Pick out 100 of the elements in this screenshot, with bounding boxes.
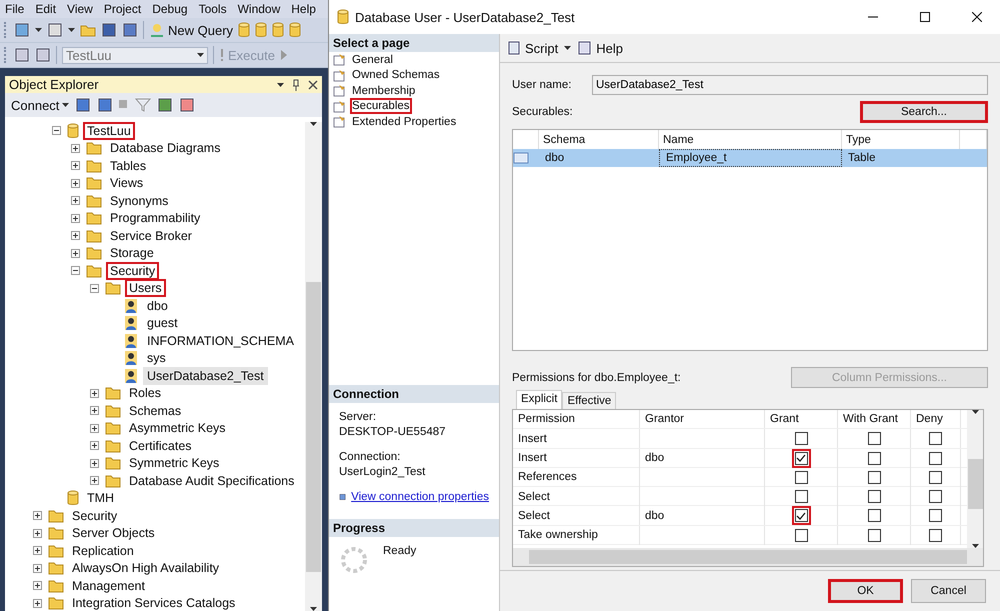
- tree-item[interactable]: INFORMATION_SCHEMA: [143, 332, 298, 350]
- tree-item[interactable]: Asymmetric Keys: [125, 419, 230, 438]
- tree-item[interactable]: Synonyms: [106, 192, 172, 210]
- expander-icon[interactable]: [90, 284, 99, 293]
- checkbox[interactable]: [929, 470, 942, 484]
- menu-item[interactable]: Help: [291, 2, 316, 16]
- checkbox[interactable]: [868, 470, 880, 484]
- dialog-button[interactable]: OK: [828, 579, 903, 603]
- checkbox[interactable]: [868, 528, 880, 542]
- menu-item[interactable]: View: [67, 2, 93, 16]
- checkbox[interactable]: [929, 490, 942, 504]
- expander-icon[interactable]: [33, 581, 42, 590]
- tree-item[interactable]: TestLuu: [83, 122, 135, 140]
- checkbox[interactable]: [929, 528, 942, 542]
- tree-item[interactable]: Database Audit Specifications: [125, 472, 298, 490]
- scrollbar[interactable]: [305, 122, 322, 611]
- tree-item[interactable]: dbo: [143, 296, 172, 315]
- tree-item[interactable]: Security: [106, 262, 160, 280]
- tree-item[interactable]: AlwaysOn High Availability: [68, 559, 224, 578]
- tree-item[interactable]: Replication: [68, 542, 138, 560]
- tree-item[interactable]: Integration Services Catalogs: [68, 594, 240, 611]
- expander-icon[interactable]: [52, 126, 61, 136]
- user-name-field[interactable]: UserDatabase2_Test: [592, 75, 988, 95]
- page-item[interactable]: Extended Properties: [350, 114, 458, 130]
- connection-link[interactable]: View connection properties: [351, 491, 489, 503]
- menu-item[interactable]: Edit: [35, 2, 56, 16]
- expander-icon[interactable]: [71, 196, 80, 206]
- tree-item[interactable]: TMH: [83, 489, 118, 508]
- close-button[interactable]: [972, 12, 982, 22]
- expander-icon[interactable]: [33, 564, 42, 573]
- menu-item[interactable]: Tools: [198, 2, 227, 16]
- tree-item[interactable]: Symmetric Keys: [125, 454, 224, 472]
- tree-item[interactable]: Schemas: [125, 402, 186, 420]
- checkbox[interactable]: [794, 490, 808, 504]
- page-item[interactable]: Owned Schemas: [350, 67, 442, 84]
- tree-item[interactable]: Views: [106, 174, 148, 192]
- connect-button[interactable]: Connect: [11, 98, 70, 112]
- expander-icon[interactable]: [71, 144, 80, 153]
- tree-item[interactable]: Server Objects: [68, 524, 159, 542]
- checkbox[interactable]: [794, 509, 808, 522]
- expander-icon[interactable]: [71, 178, 80, 188]
- tree-item[interactable]: Management: [68, 576, 149, 595]
- checkbox[interactable]: [929, 509, 942, 522]
- tree-item[interactable]: UserDatabase2_Test: [143, 366, 268, 385]
- column-header[interactable]: Grantor: [640, 410, 765, 428]
- expander-icon[interactable]: [71, 248, 80, 258]
- expander-icon[interactable]: [71, 266, 80, 276]
- tree-item[interactable]: Programmability: [106, 209, 204, 228]
- help-button[interactable]: Help: [577, 40, 623, 56]
- expander-icon[interactable]: [71, 214, 80, 223]
- checkbox[interactable]: [868, 452, 880, 465]
- tree-item[interactable]: Service Broker: [106, 226, 196, 245]
- tab[interactable]: Effective: [562, 392, 616, 409]
- tree-item[interactable]: Tables: [106, 156, 150, 175]
- database-dropdown[interactable]: TestLuu: [62, 46, 208, 64]
- menu-item[interactable]: File: [5, 2, 24, 16]
- table-row[interactable]: dbo Employee_t Table: [513, 149, 987, 167]
- expander-icon[interactable]: [90, 476, 99, 486]
- column-header[interactable]: Deny: [911, 410, 961, 428]
- tree-item[interactable]: Roles: [125, 384, 165, 402]
- dialog-button[interactable]: Cancel: [911, 579, 986, 603]
- checkbox[interactable]: [794, 528, 808, 542]
- expander-icon[interactable]: [33, 511, 42, 520]
- script-button[interactable]: Script: [506, 40, 558, 56]
- column-header[interactable]: Grant: [765, 410, 838, 428]
- checkbox[interactable]: [794, 432, 808, 446]
- tree-item[interactable]: sys: [143, 349, 170, 368]
- checkbox[interactable]: [868, 509, 880, 522]
- checkbox[interactable]: [794, 452, 808, 465]
- tab[interactable]: Explicit: [516, 390, 562, 409]
- tree-item[interactable]: guest: [143, 314, 182, 332]
- checkbox[interactable]: [794, 470, 808, 484]
- menu-item[interactable]: Project: [104, 2, 142, 16]
- expander-icon[interactable]: [90, 441, 99, 450]
- expander-icon[interactable]: [71, 231, 80, 240]
- expander-icon[interactable]: [90, 406, 99, 416]
- menu-item[interactable]: Debug: [152, 2, 188, 16]
- new-query-button[interactable]: New Query: [149, 22, 234, 38]
- tree-item[interactable]: Users: [125, 279, 166, 298]
- scrollbar[interactable]: [967, 410, 983, 548]
- expander-icon[interactable]: [33, 598, 42, 608]
- checkbox[interactable]: [929, 452, 942, 465]
- checkbox[interactable]: [929, 432, 942, 446]
- expander-icon[interactable]: [71, 161, 80, 170]
- tree-item[interactable]: Storage: [106, 244, 158, 262]
- page-item[interactable]: Membership: [350, 82, 418, 99]
- menu-item[interactable]: Window: [238, 2, 280, 16]
- page-item[interactable]: Securables: [350, 98, 412, 114]
- horizontal-scrollbar[interactable]: [513, 548, 983, 566]
- page-item[interactable]: General: [350, 52, 395, 68]
- tree-item[interactable]: Database Diagrams: [106, 139, 224, 158]
- checkbox[interactable]: [868, 490, 880, 504]
- column-header[interactable]: Permission: [513, 410, 640, 428]
- expander-icon[interactable]: [90, 388, 99, 398]
- column-header[interactable]: With Grant: [838, 410, 911, 428]
- expander-icon[interactable]: [90, 424, 99, 433]
- tree-item[interactable]: Security: [68, 506, 122, 525]
- maximize-button[interactable]: [920, 12, 930, 22]
- expander-icon[interactable]: [33, 546, 42, 556]
- expander-icon[interactable]: [90, 458, 99, 468]
